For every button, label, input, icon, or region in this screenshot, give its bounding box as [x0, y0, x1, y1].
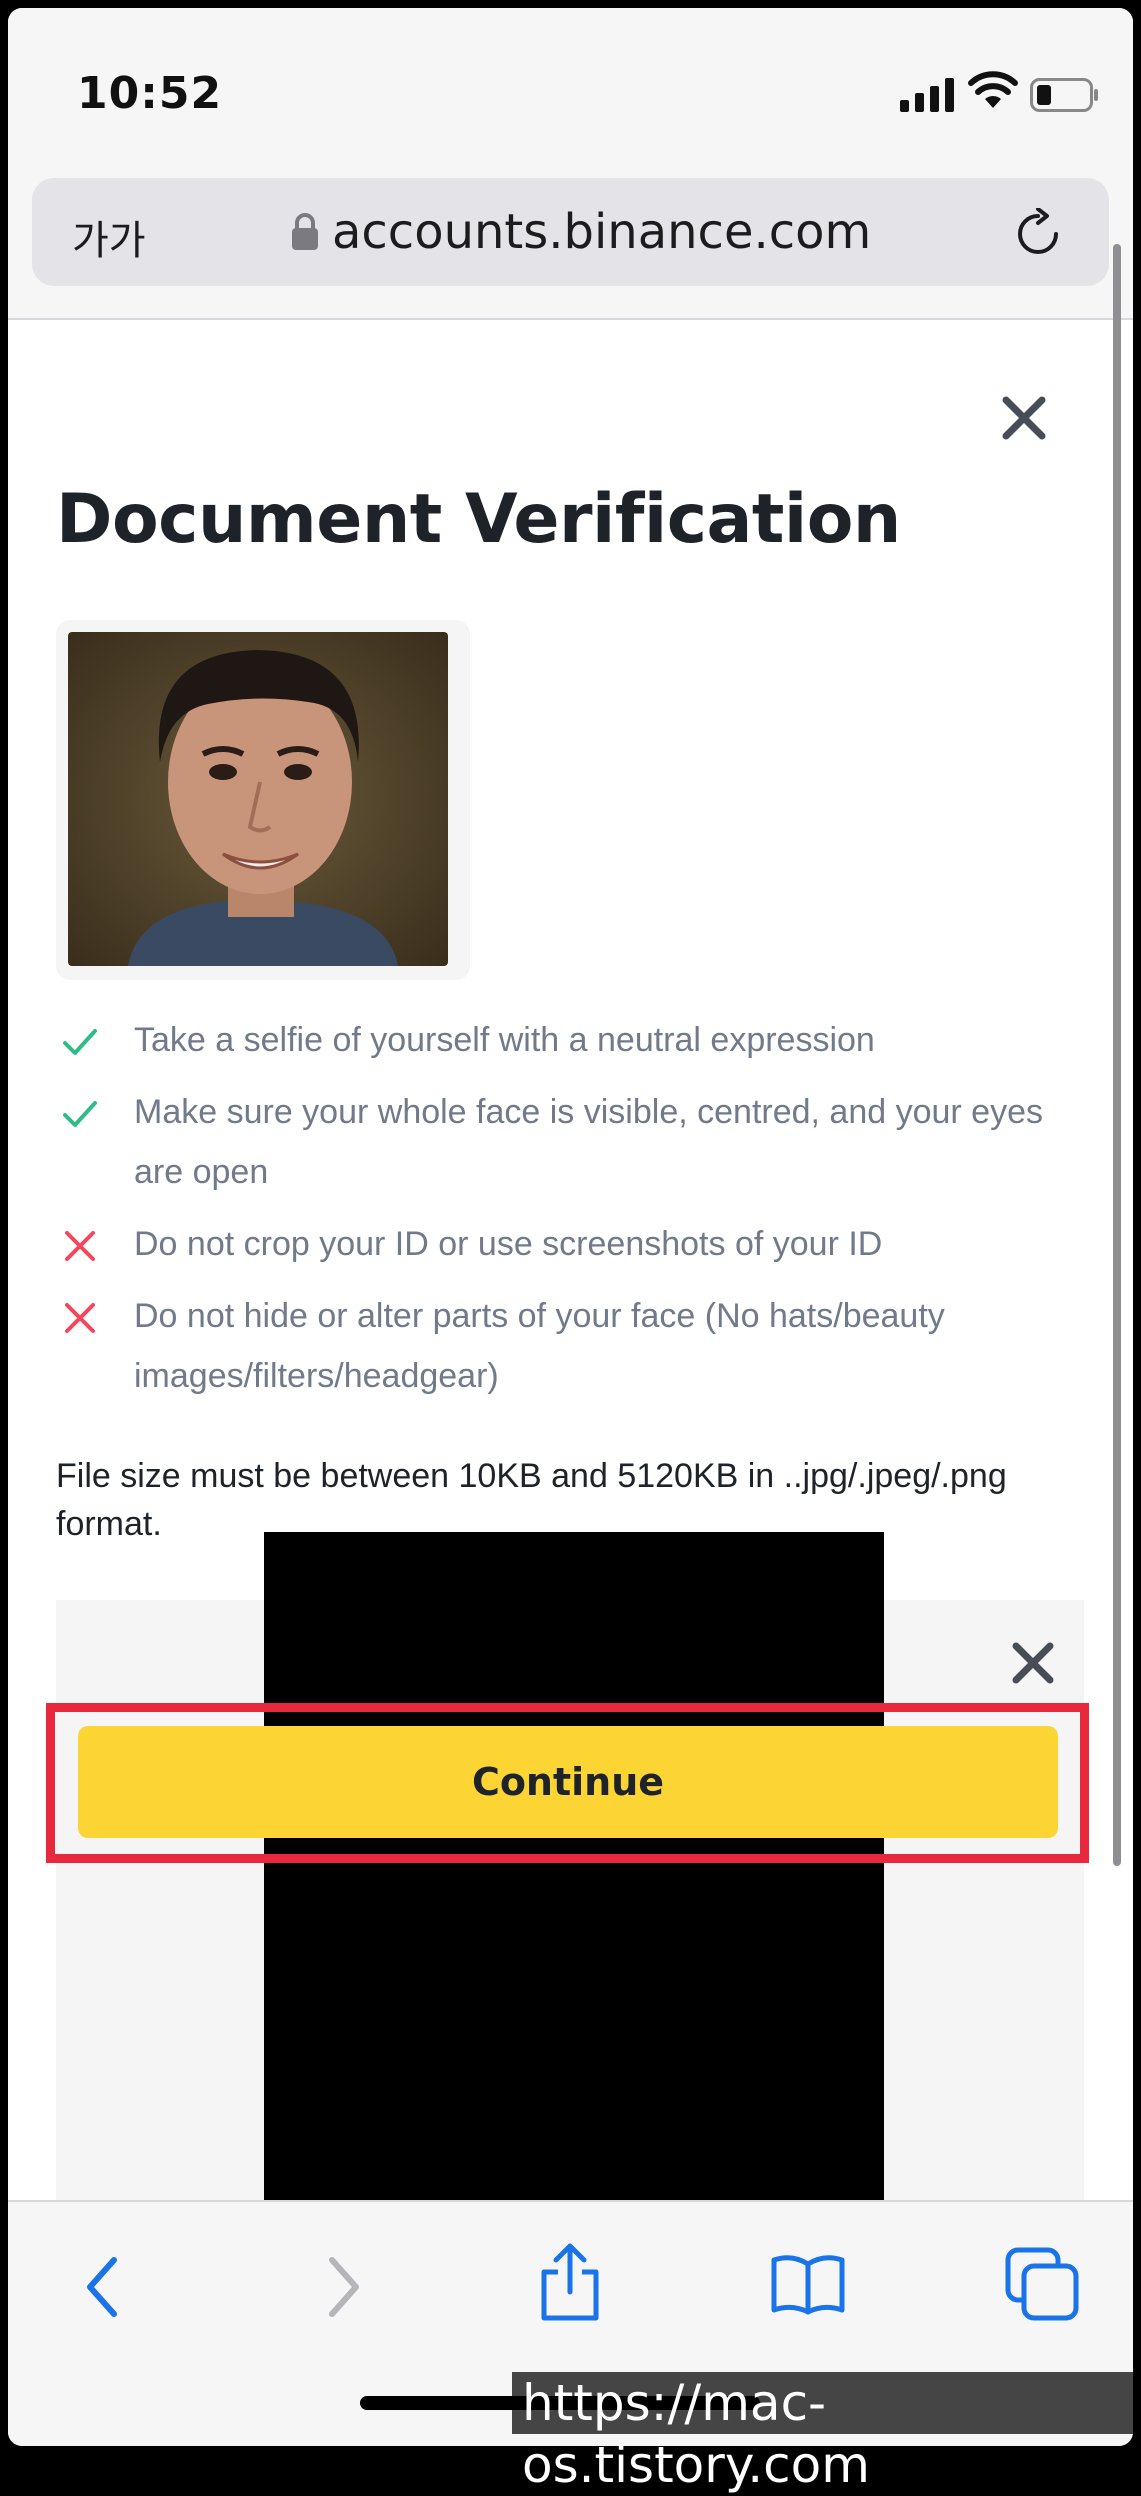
remove-upload-close-icon[interactable] — [1008, 1638, 1058, 1688]
forward-icon[interactable] — [318, 2252, 368, 2322]
check-icon — [63, 1029, 97, 1055]
url-text: accounts.binance.com — [332, 204, 872, 260]
cellular-signal-icon — [900, 78, 954, 112]
battery-icon — [1030, 78, 1098, 112]
address-bar[interactable]: 가가 accounts.binance.com — [32, 178, 1109, 286]
verification-modal: Document Verification Take a selfie of y… — [8, 320, 1133, 2200]
page-scrollbar[interactable] — [1113, 244, 1121, 1866]
list-item: Make sure your whole face is visible, ce… — [60, 1082, 1090, 1202]
phone-screen: 10:52 가가 accounts.binance.com Document V… — [8, 8, 1133, 2446]
browser-toolbar: 가가 accounts.binance.com — [8, 148, 1133, 320]
lock-icon — [292, 213, 318, 250]
selfie-example-card — [56, 620, 470, 980]
rule-text: Take a selfie of yourself with a neutral… — [134, 1021, 875, 1059]
back-icon[interactable] — [78, 2252, 128, 2322]
rule-text: Do not crop your ID or use screenshots o… — [134, 1225, 883, 1263]
bookmarks-icon[interactable] — [770, 2252, 846, 2316]
selfie-example-image — [68, 632, 448, 966]
cross-icon — [65, 1303, 95, 1333]
share-icon[interactable] — [538, 2242, 602, 2322]
continue-button[interactable]: Continue — [78, 1726, 1058, 1838]
rule-text: Make sure your whole face is visible, ce… — [134, 1093, 1044, 1191]
close-icon[interactable] — [996, 390, 1052, 446]
list-item: Do not crop your ID or use screenshots o… — [60, 1214, 1090, 1274]
page-title: Document Verification — [56, 480, 901, 559]
rule-text: Do not hide or alter parts of your face … — [134, 1297, 945, 1395]
status-time: 10:52 — [77, 68, 223, 119]
watermark: https://mac-os.tistory.com — [512, 2372, 1141, 2494]
reload-icon[interactable] — [1014, 208, 1062, 260]
redacted-upload-image — [264, 1532, 884, 2200]
status-bar: 10:52 — [8, 8, 1133, 168]
selfie-rules-list: Take a selfie of yourself with a neutral… — [60, 1010, 1090, 1418]
tabs-icon[interactable] — [1004, 2246, 1080, 2322]
text-size-button[interactable]: 가가 — [72, 208, 146, 266]
wifi-icon — [968, 71, 1018, 108]
check-icon — [63, 1101, 97, 1127]
list-item: Take a selfie of yourself with a neutral… — [60, 1010, 1090, 1070]
list-item: Do not hide or alter parts of your face … — [60, 1286, 1090, 1406]
cross-icon — [65, 1231, 95, 1261]
